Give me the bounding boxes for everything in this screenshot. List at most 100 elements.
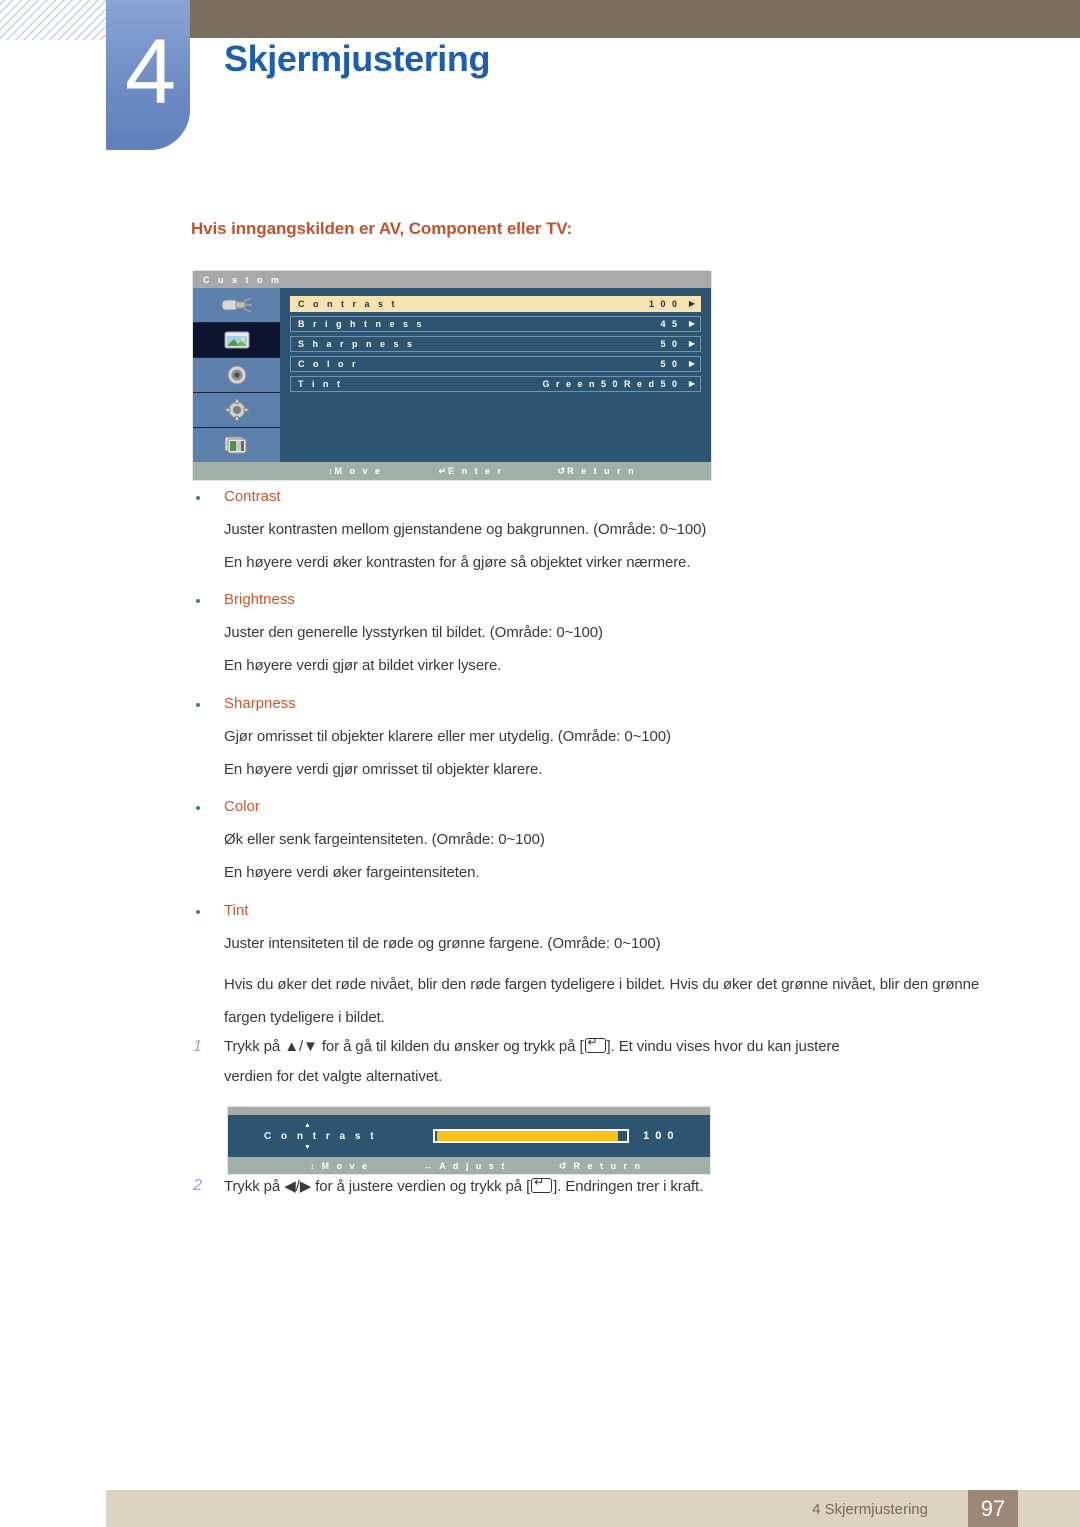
bullet-dot <box>196 910 200 914</box>
osd-hint-adjust: ↔ A d j u s t <box>424 1161 507 1171</box>
body-line: En høyere verdi øker kontrasten for å gj… <box>224 554 691 571</box>
body-line: Øk eller senk fargeintensiteten. (Område… <box>224 831 545 848</box>
osd-row-label: S h a r p n e s s <box>298 339 416 349</box>
osd-hint-move-label: M o v e <box>334 466 383 476</box>
body-line: Juster kontrasten mellom gjenstandene og… <box>224 521 707 538</box>
bullet-term-sharpness: Sharpness <box>224 695 296 712</box>
osd-hint-return: ↺ R e t u r n <box>559 1161 643 1171</box>
osd-rows: C o n t r a s t 1 0 0 ▶ B r i g h t n e … <box>280 288 711 462</box>
osd-row-value: 5 0 <box>660 359 679 369</box>
return-key-icon: ↺ <box>558 1160 567 1171</box>
osd-row-contrast[interactable]: C o n t r a s t 1 0 0 ▶ <box>290 296 701 312</box>
return-key-icon: ↺ <box>557 465 566 476</box>
osd-row-label: T i n t <box>298 379 343 389</box>
chevron-right-icon: ▶ <box>688 299 696 308</box>
slider-fill <box>437 1131 618 1141</box>
chevron-right-icon: ▶ <box>688 359 696 368</box>
osd-hint-move: ↕ M o v e <box>310 1161 370 1171</box>
chapter-number: 4 <box>124 21 176 123</box>
enter-key-icon <box>584 1036 606 1053</box>
multi-control-icon <box>224 436 246 454</box>
step-1-text-wrap: verdien for det valgte alternativet. <box>224 1068 443 1085</box>
osd-row-value: 4 5 <box>660 319 679 329</box>
footer-band <box>106 1490 1080 1527</box>
sidebar-item-multi-control[interactable] <box>193 428 280 462</box>
bullet-dot <box>196 496 200 500</box>
osd-row-value: G r e e n 5 0 R e d 5 0 <box>542 379 679 389</box>
osd-row-label: C o l o r <box>298 359 359 369</box>
body-line: Hvis du øker det røde nivået, blir den r… <box>224 976 980 1026</box>
osd-hint-enter: ↵ E n t e r <box>439 466 504 476</box>
adjust-arrows-icon: ↔ <box>423 1160 433 1171</box>
osd-hint-move-label: M o v e <box>321 1160 370 1171</box>
bullet-term-contrast: Contrast <box>224 488 281 505</box>
body-line: Juster den generelle lysstyrken til bild… <box>224 624 603 641</box>
spinner-up-icon[interactable]: ▲ <box>304 1122 311 1129</box>
step-1-text: Trykk på ▲/▼ for å gå til kilden du ønsk… <box>224 1036 840 1055</box>
osd-titlebar: C u s t o m <box>193 271 711 288</box>
enter-key-icon <box>531 1176 553 1193</box>
osd-row-label: B r i g h t n e s s <box>298 319 425 329</box>
bullet-dot <box>196 599 200 603</box>
osd-menu-figure: C u s t o m C o n t r a s t 1 0 0 ▶ B r … <box>193 271 711 480</box>
osd-slider-body: ▲ C o n t r a s t ▼ 1 0 0 <box>228 1115 710 1157</box>
osd-row-value: 1 0 0 <box>648 299 679 309</box>
osd-hint-adjust-label: A d j u s t <box>439 1160 507 1171</box>
osd-slider-label-wrap: ▲ C o n t r a s t ▼ <box>264 1122 378 1151</box>
osd-hint-return-label: R e t u r n <box>573 1160 643 1171</box>
osd-slider-label: C o n t r a s t <box>264 1130 378 1142</box>
spinner-down-icon[interactable]: ▼ <box>304 1144 311 1151</box>
picture-icon <box>224 331 249 349</box>
sidebar-item-setup[interactable] <box>193 393 280 428</box>
body-line: En høyere verdi gjør at bildet virker ly… <box>224 657 502 674</box>
body-line: En høyere verdi gjør omrisset til objekt… <box>224 761 543 778</box>
footer-chapter-label: 4 Skjermjustering <box>812 1501 928 1518</box>
footer-page-box: 97 <box>968 1490 1018 1527</box>
section-heading: Hvis inngangskilden er AV, Component ell… <box>191 219 573 238</box>
setup-gear-icon <box>225 399 248 421</box>
bullet-term-tint: Tint <box>224 902 249 919</box>
step-1-text-before: Trykk på ▲/▼ for å gå til kilden du ønsk… <box>224 1038 584 1055</box>
osd-hint-move: ↕ M o v e <box>328 466 383 476</box>
osd-slider-topbar <box>228 1107 710 1115</box>
osd-body: C o n t r a s t 1 0 0 ▶ B r i g h t n e … <box>193 288 711 462</box>
osd-slider-value: 1 0 0 <box>643 1130 676 1142</box>
step-1-text-after: ]. Et vindu vises hvor du kan justere <box>606 1038 840 1055</box>
page-number: 97 <box>980 1495 1006 1521</box>
bullet-dot <box>196 703 200 707</box>
osd-row-sharpness[interactable]: S h a r p n e s s 5 0 ▶ <box>290 336 701 352</box>
osd-hint-return: ↺ R e t u r n <box>558 466 637 476</box>
osd-row-brightness[interactable]: B r i g h t n e s s 4 5 ▶ <box>290 316 701 332</box>
osd-row-label: C o n t r a s t <box>298 299 398 309</box>
sidebar-item-picture[interactable] <box>193 323 280 358</box>
enter-key-icon: ↵ <box>438 465 447 476</box>
chevron-right-icon: ▶ <box>688 379 696 388</box>
osd-hint-return-label: R e t u r n <box>567 466 637 476</box>
osd-row-color[interactable]: C o l o r 5 0 ▶ <box>290 356 701 372</box>
osd-slider-figure: ▲ C o n t r a s t ▼ 1 0 0 ↕ M o v e ↔ A … <box>228 1107 710 1174</box>
decorative-hatch-pattern <box>0 0 118 40</box>
bullet-term-color: Color <box>224 798 260 815</box>
chapter-number-block: 4 <box>106 0 190 150</box>
step-2-text-before: Trykk på ◀/▶ for å justere verdien og tr… <box>224 1178 531 1195</box>
body-line: Gjør omrisset til objekter klarere eller… <box>224 728 671 745</box>
osd-footer-hints: ↕ M o v e ↵ E n t e r ↺ R e t u r n <box>193 462 711 480</box>
page-title: Skjermjustering <box>224 38 491 79</box>
bullet-dot <box>196 806 200 810</box>
move-arrows-icon: ↕ <box>310 1160 315 1171</box>
osd-sidebar <box>193 288 280 462</box>
bullet-term-brightness: Brightness <box>224 591 295 608</box>
input-source-icon <box>221 297 252 313</box>
sidebar-item-input[interactable] <box>193 288 280 323</box>
sound-speaker-icon <box>227 365 246 385</box>
body-line: En høyere verdi øker fargeintensiteten. <box>224 864 480 881</box>
chevron-right-icon: ▶ <box>688 319 696 328</box>
sidebar-item-sound[interactable] <box>193 358 280 393</box>
osd-row-tint[interactable]: T i n t G r e e n 5 0 R e d 5 0 ▶ <box>290 376 701 392</box>
contrast-slider[interactable] <box>433 1129 630 1143</box>
osd-hint-enter-label: E n t e r <box>448 466 504 476</box>
move-arrows-icon: ↕ <box>328 465 333 476</box>
body-line: Juster intensiteten til de røde og grønn… <box>224 935 661 952</box>
osd-slider-footer-hints: ↕ M o v e ↔ A d j u s t ↺ R e t u r n <box>228 1157 710 1174</box>
step-number: 1 <box>193 1038 202 1055</box>
